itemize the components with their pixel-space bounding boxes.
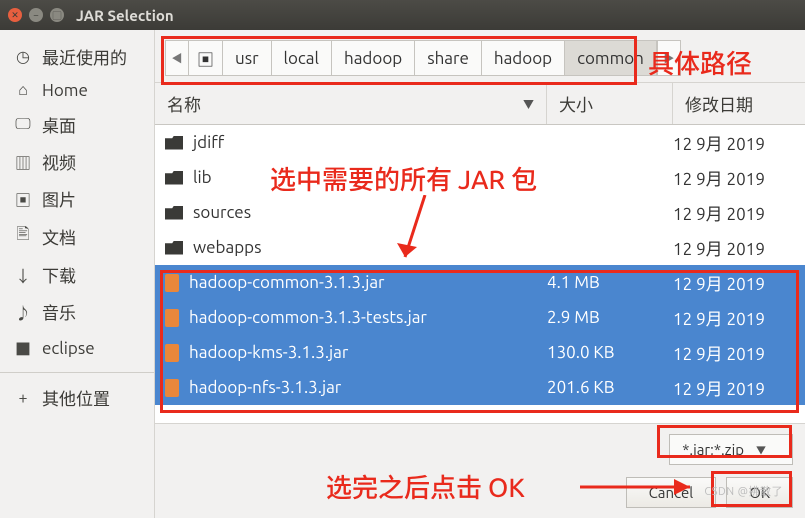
folder-icon: ■ xyxy=(14,336,32,360)
sidebar-item-label: 音乐 xyxy=(42,299,76,324)
sidebar-item-home[interactable]: ⌂ Home xyxy=(0,75,154,106)
file-name: lib xyxy=(193,168,212,187)
music-icon: ♪ xyxy=(14,300,32,324)
breadcrumb-item[interactable]: hadoop xyxy=(482,41,565,75)
file-row[interactable]: hadoop-common-3.1.3-tests.jar 2.9 MB12 9月… xyxy=(155,300,805,335)
sidebar-item-videos[interactable]: ▥ 视频 xyxy=(0,143,154,180)
sidebar-item-label: eclipse xyxy=(42,339,95,358)
disk-icon: ▣ xyxy=(197,46,214,71)
file-name: sources xyxy=(193,203,251,222)
file-size: 130.0 KB xyxy=(547,343,673,362)
minimize-icon[interactable]: – xyxy=(29,8,43,22)
maximize-icon[interactable]: ▢ xyxy=(50,8,64,22)
divider xyxy=(0,372,154,373)
file-row[interactable]: lib 12 9月 2019 xyxy=(155,160,805,195)
sidebar-item-recent[interactable]: ◷ 最近使用的 xyxy=(0,38,154,75)
column-headers: 名称▼ 大小 修改日期 xyxy=(155,83,805,125)
sidebar-item-label: Home xyxy=(42,81,88,100)
column-header-size[interactable]: 大小 xyxy=(547,83,673,124)
sidebar-item-music[interactable]: ♪ 音乐 xyxy=(0,293,154,330)
cancel-button[interactable]: Cancel xyxy=(626,477,717,508)
breadcrumb-scroll-right[interactable]: ▶ xyxy=(657,40,681,76)
file-name: hadoop-common-3.1.3-tests.jar xyxy=(189,308,427,327)
file-size: 2.9 MB xyxy=(547,308,673,327)
file-name: hadoop-common-3.1.3.jar xyxy=(189,273,385,292)
window-title: JAR Selection xyxy=(76,7,174,24)
file-date: 12 9月 2019 xyxy=(673,340,805,365)
file-date: 12 9月 2019 xyxy=(673,165,805,190)
jar-file-icon xyxy=(165,309,179,327)
jar-file-icon xyxy=(165,274,179,292)
file-size: 201.6 KB xyxy=(547,378,673,397)
sidebar-item-desktop[interactable]: 🖵 桌面 xyxy=(0,106,154,143)
sidebar-item-label: 图片 xyxy=(42,186,76,211)
bottom-bar: *.jar;*.zip ▼ Cancel OK xyxy=(155,423,805,518)
document-icon: 🖹 xyxy=(14,223,32,250)
clock-icon: ◷ xyxy=(14,47,32,66)
sidebar-item-label: 下载 xyxy=(42,262,76,287)
breadcrumb-item[interactable]: hadoop xyxy=(332,41,415,75)
sidebar-item-pictures[interactable]: ▣ 图片 xyxy=(0,180,154,217)
file-row[interactable]: hadoop-common-3.1.3.jar 4.1 MB12 9月 2019 xyxy=(155,265,805,300)
jar-file-icon xyxy=(165,379,179,397)
folder-icon xyxy=(165,241,183,255)
breadcrumb-item-current[interactable]: common xyxy=(565,41,657,75)
file-name: hadoop-nfs-3.1.3.jar xyxy=(189,378,341,397)
file-date: 12 9月 2019 xyxy=(673,200,805,225)
breadcrumb-scroll-left[interactable]: ◀ xyxy=(165,40,189,76)
file-name: hadoop-kms-3.1.3.jar xyxy=(189,343,348,362)
sidebar-item-label: 桌面 xyxy=(42,112,76,137)
folder-icon xyxy=(165,136,183,150)
file-row[interactable]: jdiff 12 9月 2019 xyxy=(155,125,805,160)
file-type-filter[interactable]: *.jar;*.zip ▼ xyxy=(669,434,793,465)
breadcrumb: ◀ ▣ usr local hadoop share hadoop common… xyxy=(155,30,805,83)
window-controls: ✕ – ▢ xyxy=(8,8,64,22)
download-icon: ↓ xyxy=(14,263,32,287)
picture-icon: ▣ xyxy=(14,187,32,211)
folder-icon xyxy=(165,171,183,185)
file-row[interactable]: hadoop-kms-3.1.3.jar 130.0 KB12 9月 2019 xyxy=(155,335,805,370)
sidebar-item-downloads[interactable]: ↓ 下载 xyxy=(0,256,154,293)
file-date: 12 9月 2019 xyxy=(673,270,805,295)
filter-label: *.jar;*.zip xyxy=(682,441,744,458)
file-row[interactable]: sources 12 9月 2019 xyxy=(155,195,805,230)
breadcrumb-item[interactable]: usr xyxy=(223,41,272,75)
file-list: jdiff 12 9月 2019 lib 12 9月 2019 sources 12 9月… xyxy=(155,125,805,423)
sidebar-item-label: 视频 xyxy=(42,149,76,174)
file-date: 12 9月 2019 xyxy=(673,305,805,330)
jar-file-icon xyxy=(165,344,179,362)
ok-button[interactable]: OK xyxy=(726,477,793,508)
chevron-down-icon: ▼ xyxy=(756,442,766,457)
sidebar-item-label: 其他位置 xyxy=(42,385,110,410)
file-date: 12 9月 2019 xyxy=(673,130,805,155)
file-date: 12 9月 2019 xyxy=(673,375,805,400)
sidebar-item-label: 最近使用的 xyxy=(42,44,127,69)
file-name: webapps xyxy=(193,238,262,257)
file-size: 4.1 MB xyxy=(547,273,673,292)
column-header-date[interactable]: 修改日期 xyxy=(673,83,805,124)
column-header-name[interactable]: 名称▼ xyxy=(155,83,547,124)
video-icon: ▥ xyxy=(14,150,32,174)
sidebar: ◷ 最近使用的 ⌂ Home 🖵 桌面 ▥ 视频 ▣ 图片 🖹 文档 ↓ 下载 ♪ 音乐 ■ ec… xyxy=(0,30,155,518)
sidebar-item-label: 文档 xyxy=(42,224,76,249)
breadcrumb-root[interactable]: ▣ xyxy=(189,41,223,75)
sidebar-item-eclipse[interactable]: ■ eclipse xyxy=(0,330,154,366)
folder-icon xyxy=(165,206,183,220)
file-date: 12 9月 2019 xyxy=(673,235,805,260)
file-row[interactable]: hadoop-nfs-3.1.3.jar 201.6 KB12 9月 2019 xyxy=(155,370,805,405)
close-icon[interactable]: ✕ xyxy=(8,8,22,22)
home-icon: ⌂ xyxy=(14,81,32,100)
file-row[interactable]: webapps 12 9月 2019 xyxy=(155,230,805,265)
desktop-icon: 🖵 xyxy=(14,115,32,134)
titlebar: ✕ – ▢ JAR Selection xyxy=(0,0,805,30)
sidebar-item-documents[interactable]: 🖹 文档 xyxy=(0,217,154,256)
breadcrumb-item[interactable]: local xyxy=(272,41,332,75)
plus-icon: + xyxy=(14,389,32,407)
sidebar-item-other[interactable]: + 其他位置 xyxy=(0,379,154,416)
chevron-down-icon: ▼ xyxy=(523,96,534,112)
breadcrumb-item[interactable]: share xyxy=(415,41,482,75)
file-name: jdiff xyxy=(193,133,224,152)
